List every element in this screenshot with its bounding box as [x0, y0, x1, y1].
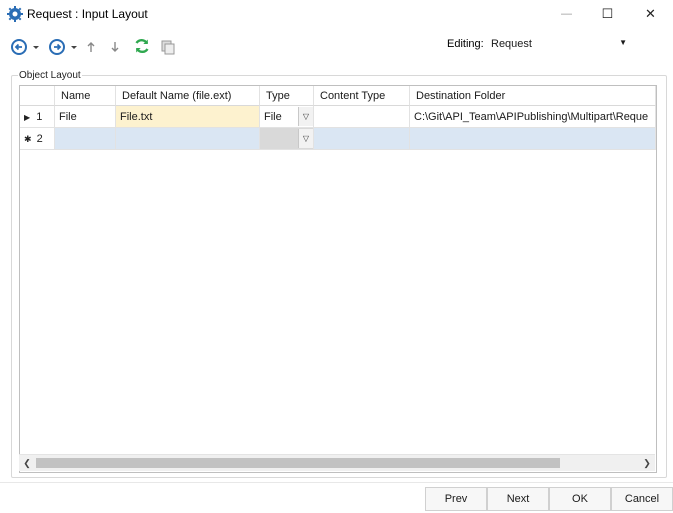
cell-name[interactable]	[55, 128, 116, 150]
dropdown-arrow-icon	[71, 46, 77, 49]
cell-content-type[interactable]	[314, 128, 410, 150]
cell-type-value: File	[264, 111, 282, 123]
close-icon: ✕	[645, 6, 656, 21]
object-layout-grid: Name Default Name (file.ext) Type Conten…	[19, 85, 657, 473]
move-up-button[interactable]	[84, 37, 98, 57]
table-row[interactable]: ▶ 1 File File.txt File ▽ C:\Git\API_Team…	[20, 106, 656, 128]
cell-content-type[interactable]	[314, 106, 410, 128]
move-up-icon	[87, 42, 95, 52]
gear-icon	[7, 6, 23, 22]
cell-name[interactable]: File	[55, 106, 116, 128]
horizontal-scrollbar[interactable]: ❮ ❯	[19, 454, 655, 471]
chevron-down-icon: ▼	[619, 38, 627, 47]
chevron-left-icon: ❮	[23, 457, 31, 468]
current-row-icon: ▶	[24, 113, 31, 122]
editing-value: Request	[491, 38, 532, 50]
back-button[interactable]	[9, 37, 29, 57]
copy-icon	[161, 40, 175, 55]
column-header-default-name[interactable]: Default Name (file.ext)	[116, 86, 260, 106]
move-down-icon	[111, 42, 119, 52]
cell-default-name[interactable]: File.txt	[116, 106, 260, 128]
editing-dropdown[interactable]: Request ▼	[488, 35, 631, 53]
dropdown-arrow-icon	[33, 46, 39, 49]
refresh-button[interactable]	[132, 36, 152, 56]
column-header-content-type[interactable]: Content Type	[314, 86, 410, 106]
type-dropdown-button[interactable]: ▽	[298, 107, 313, 126]
cell-default-name[interactable]	[116, 128, 260, 150]
forward-button[interactable]	[47, 37, 67, 57]
row-header[interactable]: ▶ 1	[20, 106, 55, 128]
row-header-corner	[20, 86, 55, 106]
cancel-button[interactable]: Cancel	[611, 487, 673, 511]
type-dropdown-button[interactable]: ▽	[298, 129, 313, 148]
refresh-icon	[135, 38, 149, 54]
new-row-icon: ✱	[24, 134, 32, 144]
back-icon	[11, 39, 27, 55]
title-bar: Request : Input Layout — ☐ ✕	[0, 0, 673, 28]
column-header-destination-folder[interactable]: Destination Folder	[410, 86, 656, 106]
column-header-type[interactable]: Type	[260, 86, 314, 106]
close-button[interactable]: ✕	[628, 0, 673, 28]
object-layout-label: Object Layout	[18, 70, 82, 81]
editing-label: Editing:	[447, 38, 484, 50]
table-row[interactable]: ✱ 2 ▽	[20, 128, 656, 150]
move-down-button[interactable]	[108, 37, 122, 57]
prev-button[interactable]: Prev	[425, 487, 487, 511]
back-dropdown[interactable]	[31, 37, 41, 57]
cell-destination-folder[interactable]: C:\Git\API_Team\APIPublishing\Multipart\…	[410, 106, 656, 128]
cell-destination-folder[interactable]	[410, 128, 656, 150]
minimize-icon: —	[561, 8, 572, 20]
ok-button[interactable]: OK	[549, 487, 611, 511]
grid-header: Name Default Name (file.ext) Type Conten…	[20, 86, 656, 106]
chevron-right-icon: ❯	[643, 457, 651, 468]
scroll-left-button[interactable]: ❮	[19, 455, 35, 471]
chevron-down-icon: ▽	[302, 111, 310, 121]
cell-type[interactable]: ▽	[260, 128, 314, 150]
cell-type[interactable]: File ▽	[260, 106, 314, 128]
minimize-button[interactable]: —	[544, 0, 589, 28]
next-button[interactable]: Next	[487, 487, 549, 511]
copy-button[interactable]	[159, 37, 177, 57]
row-index: 1	[36, 111, 43, 123]
window-title: Request : Input Layout	[27, 7, 148, 21]
scroll-right-button[interactable]: ❯	[639, 455, 655, 471]
maximize-icon: ☐	[601, 6, 614, 21]
forward-icon	[49, 39, 65, 55]
column-header-name[interactable]: Name	[55, 86, 116, 106]
forward-dropdown[interactable]	[69, 37, 79, 57]
scrollbar-thumb[interactable]	[36, 458, 560, 468]
chevron-down-icon: ▽	[302, 133, 310, 143]
row-index: 2	[36, 133, 43, 145]
row-header[interactable]: ✱ 2	[20, 128, 55, 150]
maximize-button[interactable]: ☐	[585, 0, 630, 28]
